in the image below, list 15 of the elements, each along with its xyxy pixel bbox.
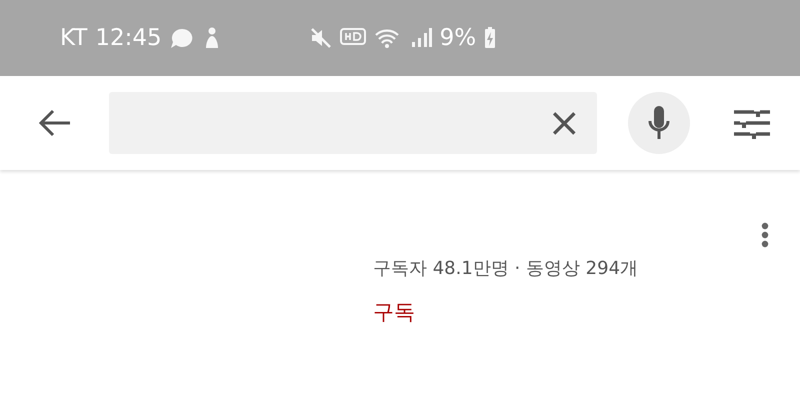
more-options-icon[interactable]: [761, 222, 769, 248]
clear-button[interactable]: ×: [531, 103, 597, 143]
carrier-label: KT: [60, 25, 88, 51]
back-arrow-icon[interactable]: [38, 109, 72, 137]
mute-icon: [310, 27, 332, 49]
chat-bubble-icon: [170, 27, 194, 49]
filter-icon[interactable]: [734, 107, 770, 139]
battery-icon: [484, 27, 496, 49]
channel-stats: 구독자 48.1만명 · 동영상 294개: [373, 257, 638, 280]
microphone-icon: [648, 105, 670, 141]
search-field[interactable]: ×: [109, 92, 597, 154]
battery-percent: 9%: [440, 25, 476, 51]
signal-icon: [410, 27, 432, 49]
subscribe-button[interactable]: 구독: [373, 298, 415, 326]
clock: 12:45: [95, 25, 162, 51]
